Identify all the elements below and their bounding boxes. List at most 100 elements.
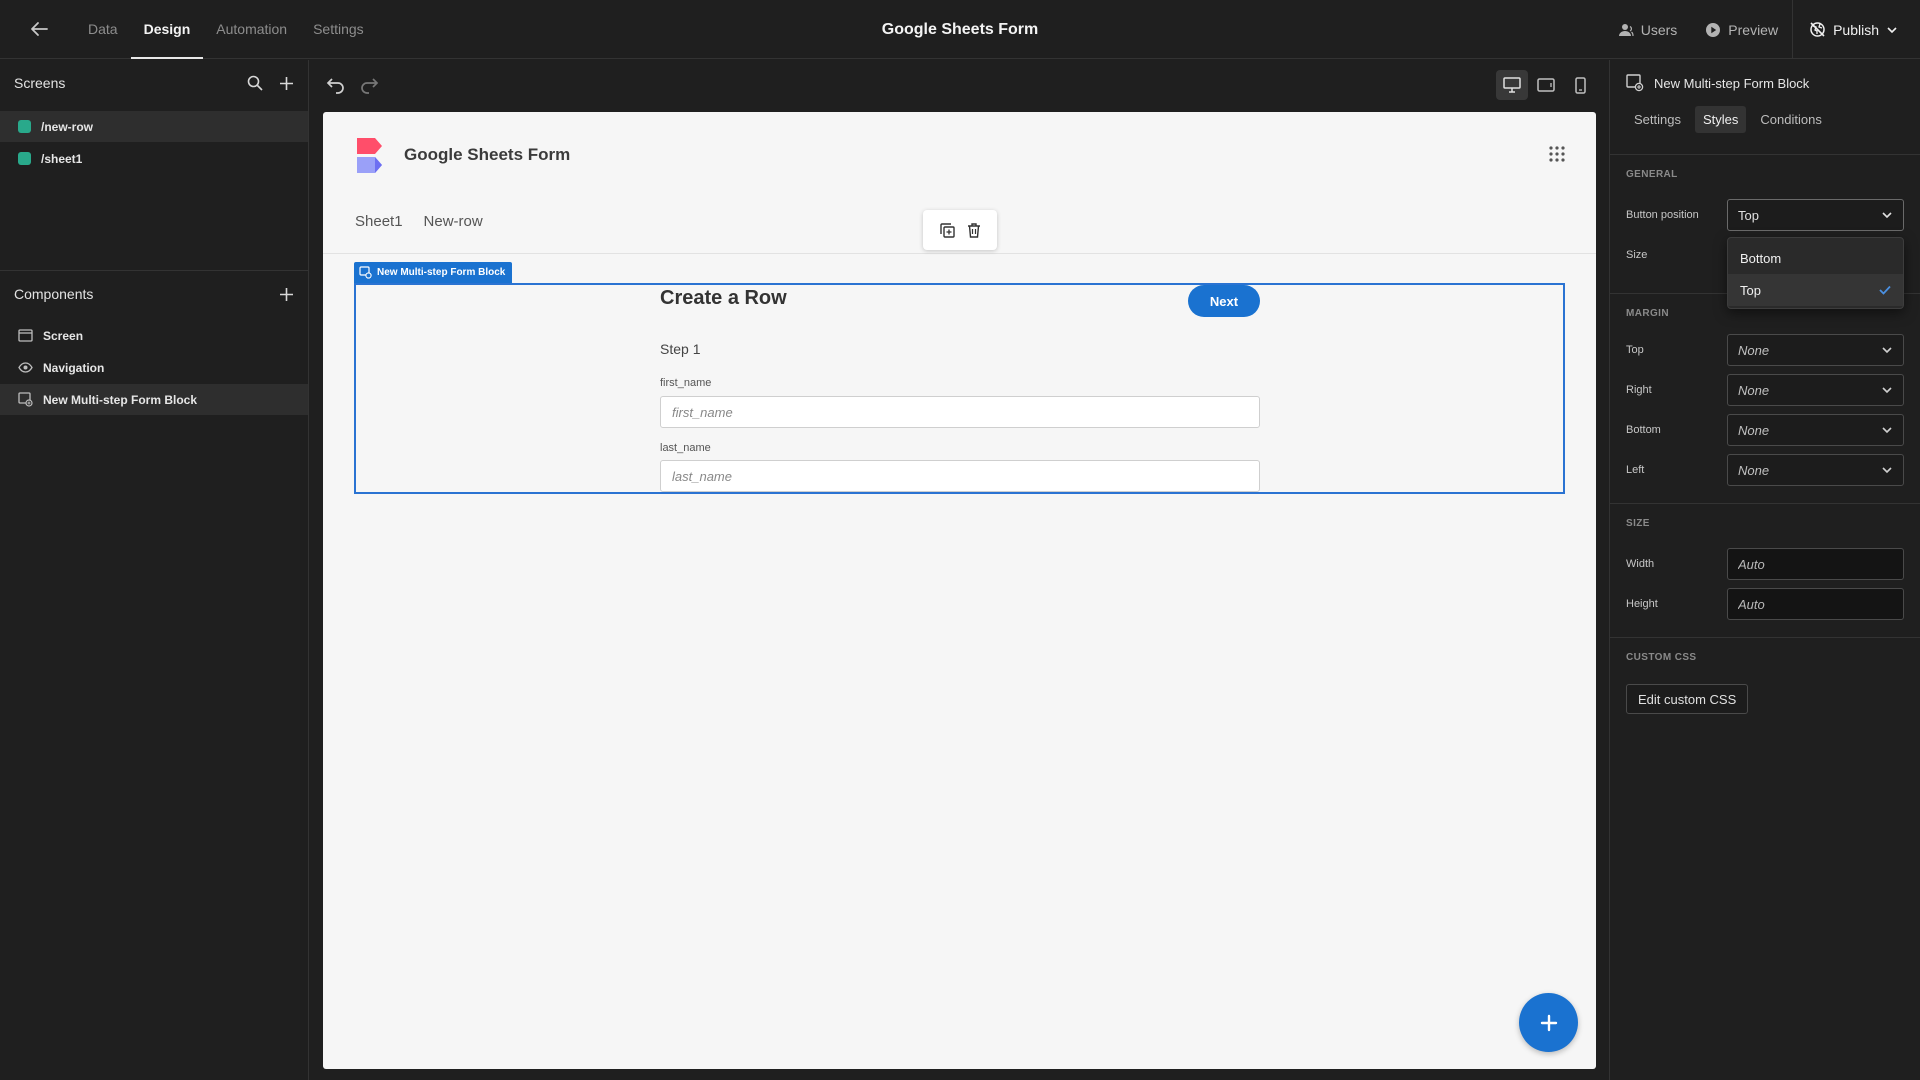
publish-button[interactable]: Publish [1792,0,1920,59]
top-nav: Data Design Automation Settings [75,0,377,59]
preview-button[interactable]: Preview [1691,0,1792,59]
redo-icon[interactable] [358,73,380,95]
app-grid-icon[interactable] [1549,146,1565,162]
dropdown-option-bottom[interactable]: Bottom [1728,242,1903,274]
screen-icon [18,329,33,342]
form-block-icon [359,266,372,279]
component-name: New Multi-step Form Block [1654,75,1810,91]
chevron-down-icon [1881,464,1893,476]
height-input[interactable] [1727,588,1904,620]
user-icon [1618,22,1634,38]
margin-right-select[interactable]: None [1727,374,1904,406]
desktop-view-icon[interactable] [1496,70,1528,100]
components-header: Components [0,271,308,317]
margin-bottom-label: Bottom [1626,424,1661,436]
component-header: New Multi-step Form Block [1626,74,1809,92]
margin-left-select[interactable]: None [1727,454,1904,486]
component-item-label: Screen [43,328,84,343]
screen-item-label: /new-row [41,119,94,134]
width-label: Width [1626,558,1655,570]
component-floating-toolbar [923,210,997,250]
component-item-multi-step-form[interactable]: New Multi-step Form Block [0,384,308,415]
top-bar: Data Design Automation Settings Google S… [0,0,1920,59]
margin-bottom-select[interactable]: None [1727,414,1904,446]
users-label: Users [1640,21,1678,38]
mobile-view-icon[interactable] [1564,70,1596,100]
section-divider [1610,503,1920,504]
undo-icon[interactable] [325,73,347,95]
option-label: Top [1740,282,1761,298]
back-arrow-icon[interactable] [28,18,50,40]
field-label-last-name: last_name [660,442,711,454]
margin-left-value: None [1738,462,1770,478]
next-button[interactable]: Next [1188,285,1260,317]
left-panel: Screens /new-row /sheet1 Components Scre… [0,60,309,1080]
margin-left-label: Left [1626,464,1645,476]
section-divider [1610,154,1920,155]
screen-item-new-row[interactable]: /new-row [0,111,308,142]
screen-color-dot [18,152,31,165]
dropdown-option-top[interactable]: Top [1728,274,1903,306]
add-screen-icon[interactable] [279,76,294,91]
add-component-icon[interactable] [279,287,294,302]
form-block-icon [18,392,33,407]
chevron-down-icon [1886,24,1898,36]
tab-automation[interactable]: Automation [203,0,300,59]
eye-icon [18,362,33,373]
tab-data[interactable]: Data [75,0,131,59]
tab-settings[interactable]: Settings [300,0,377,59]
section-divider [1610,637,1920,638]
edit-custom-css-button[interactable]: Edit custom CSS [1626,684,1749,714]
margin-bottom-value: None [1738,422,1770,438]
app-nav-links: Sheet1 New-row [355,213,483,230]
checkmark-icon [1879,285,1891,295]
app-link-sheet1[interactable]: Sheet1 [355,213,403,230]
search-icon[interactable] [247,75,263,91]
margin-top-label: Top [1626,344,1644,356]
step-label: Step 1 [660,341,701,357]
component-item-navigation[interactable]: Navigation [0,352,308,383]
add-component-fab[interactable] [1519,993,1578,1052]
component-item-screen[interactable]: Screen [0,320,308,351]
option-label: Bottom [1740,250,1782,266]
publish-globe-icon [1809,21,1826,38]
tablet-view-icon[interactable] [1530,70,1562,100]
form: Create a Row Next Step 1 first_name last… [660,285,1260,492]
app-header: Google Sheets Form Sheet1 New-row [323,112,1596,254]
section-margin-title: MARGIN [1626,308,1669,319]
tab-settings-panel[interactable]: Settings [1626,106,1689,133]
multi-step-form-block[interactable]: Create a Row Next Step 1 first_name last… [354,283,1565,494]
components-title: Components [14,286,94,302]
chevron-down-icon [1881,384,1893,396]
tab-design[interactable]: Design [130,0,204,59]
margin-top-value: None [1738,342,1770,358]
margin-right-label: Right [1626,384,1652,396]
screens-header: Screens [0,60,308,106]
app-link-new-row[interactable]: New-row [424,213,483,230]
button-position-select[interactable]: Top [1727,199,1904,231]
tab-conditions[interactable]: Conditions [1752,106,1829,133]
app-logo [355,136,395,176]
first-name-input[interactable] [660,396,1260,428]
chevron-down-icon [1881,424,1893,436]
button-position-label: Button position [1626,209,1699,221]
screen-color-dot [18,120,31,133]
app-name: Google Sheets Form [404,145,571,164]
play-icon [1705,22,1721,38]
preview-label: Preview [1728,21,1779,38]
screen-item-label: /sheet1 [41,151,83,166]
field-label-first-name: first_name [660,377,712,389]
tab-styles[interactable]: Styles [1694,106,1747,133]
chevron-up-icon [1881,209,1893,221]
screen-item-sheet1[interactable]: /sheet1 [0,143,308,174]
screens-title: Screens [14,75,66,91]
users-button[interactable]: Users [1604,0,1692,59]
margin-top-select[interactable]: None [1727,334,1904,366]
trash-icon[interactable] [967,222,981,238]
selected-block-label[interactable]: New Multi-step Form Block [354,262,513,283]
size-label: Size [1626,249,1648,261]
duplicate-icon[interactable] [939,222,955,238]
width-input[interactable] [1727,548,1904,580]
top-actions: Users Preview Publish [1604,0,1920,59]
last-name-input[interactable] [660,460,1260,492]
